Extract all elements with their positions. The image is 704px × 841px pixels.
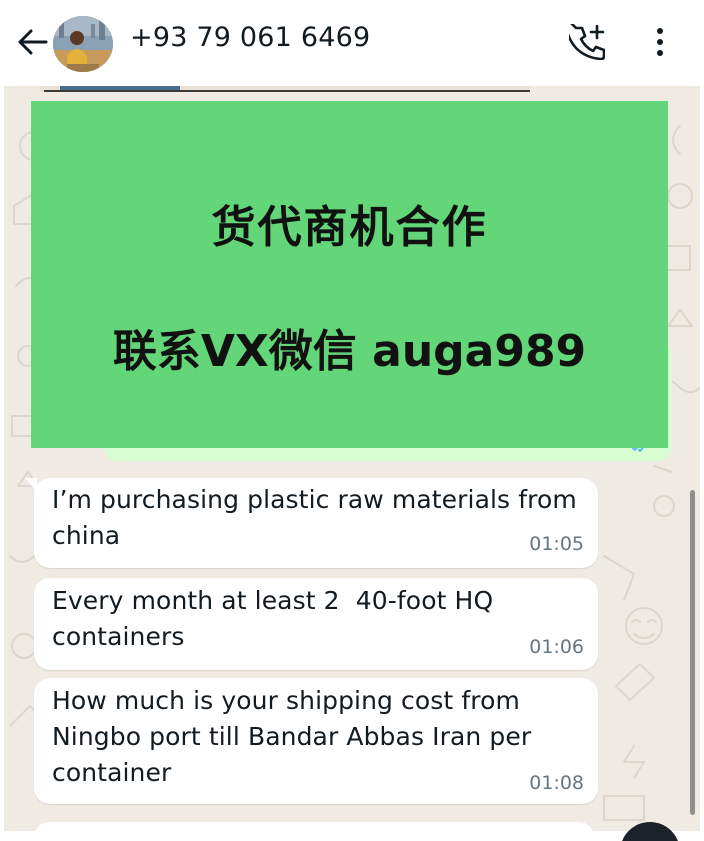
arrow-left-icon bbox=[18, 29, 48, 55]
previous-image-edge bbox=[40, 86, 530, 92]
incoming-message[interactable]: Every month at least 2 40-foot HQ contai… bbox=[34, 578, 598, 670]
promo-overlay-image: 货代商机合作 联系VX微信 auga989 bbox=[31, 101, 668, 448]
message-time: 01:08 bbox=[529, 772, 584, 794]
phone-add-icon bbox=[569, 24, 605, 60]
next-message-edge bbox=[34, 822, 594, 841]
message-text-line: Ningbo port till Bandar Abbas Iran per bbox=[52, 722, 532, 751]
more-vertical-icon bbox=[657, 28, 663, 56]
promo-text-line: 货代商机合作 bbox=[211, 202, 488, 253]
incoming-message[interactable]: I’m purchasing plastic raw materials fro… bbox=[25, 478, 598, 568]
chat-scrollbar[interactable] bbox=[690, 490, 695, 815]
chat-header: +93 79 061 6469 bbox=[0, 0, 704, 86]
message-time: 01:06 bbox=[529, 636, 584, 658]
incoming-message[interactable]: How much is your shipping cost from Ning… bbox=[34, 678, 598, 804]
message-text-line: containers bbox=[52, 622, 185, 651]
contact-name[interactable]: +93 79 061 6469 bbox=[130, 22, 370, 53]
message-time: 01:05 bbox=[529, 533, 584, 555]
avatar-photo bbox=[53, 16, 113, 72]
message-text-line: I’m purchasing plastic raw materials fro… bbox=[52, 485, 577, 514]
message-text-line: Every month at least 2 40-foot HQ bbox=[52, 586, 494, 615]
message-text-line: container bbox=[52, 758, 172, 787]
avatar[interactable] bbox=[53, 16, 113, 72]
more-options-button[interactable] bbox=[640, 22, 680, 62]
message-tail bbox=[25, 478, 37, 492]
chat-screen: I’m purchasing plastic raw materials fro… bbox=[0, 0, 704, 841]
add-call-button[interactable] bbox=[566, 22, 608, 62]
promo-text-line: 联系VX微信 auga989 bbox=[112, 326, 587, 377]
message-text-line: How much is your shipping cost from bbox=[52, 686, 520, 715]
message-text-line: china bbox=[52, 521, 121, 550]
back-button[interactable] bbox=[12, 24, 52, 60]
